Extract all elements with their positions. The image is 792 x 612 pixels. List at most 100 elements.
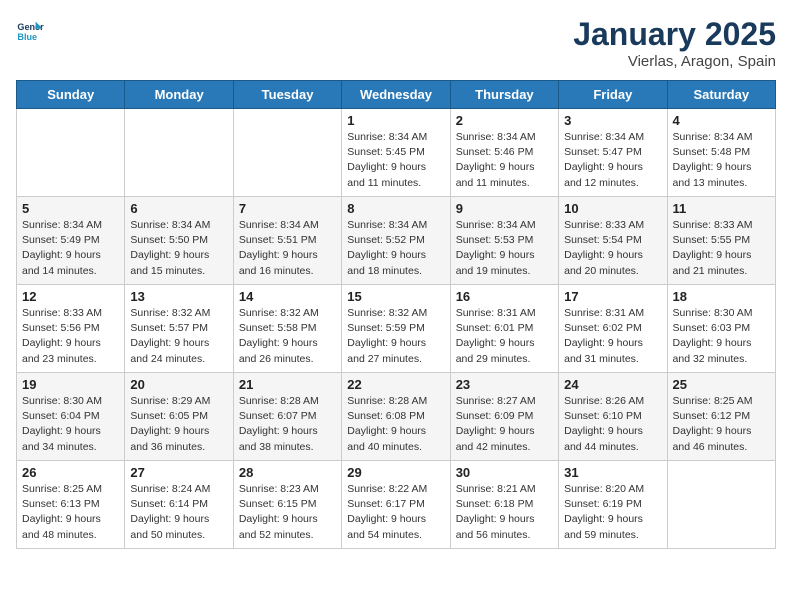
day-info: Sunrise: 8:21 AM Sunset: 6:18 PM Dayligh…: [456, 482, 553, 543]
calendar-cell: [125, 109, 233, 197]
svg-text:Blue: Blue: [17, 32, 37, 42]
calendar-title: January 2025: [573, 16, 776, 53]
day-info: Sunrise: 8:31 AM Sunset: 6:01 PM Dayligh…: [456, 306, 553, 367]
calendar-cell: 17 Sunrise: 8:31 AM Sunset: 6:02 PM Dayli…: [559, 285, 667, 373]
day-number: 29: [347, 465, 444, 480]
day-info: Sunrise: 8:34 AM Sunset: 5:45 PM Dayligh…: [347, 130, 444, 191]
day-number: 4: [673, 113, 770, 128]
day-info: Sunrise: 8:34 AM Sunset: 5:49 PM Dayligh…: [22, 218, 119, 279]
day-number: 23: [456, 377, 553, 392]
calendar-week-row: 19Sunrise: 8:30 AM Sunset: 6:04 PM Dayli…: [17, 373, 776, 461]
day-info: Sunrise: 8:33 AM Sunset: 5:54 PM Dayligh…: [564, 218, 661, 279]
day-number: 5: [22, 201, 119, 216]
day-number: 17: [564, 289, 661, 304]
calendar-week-row: 5 Sunrise: 8:34 AM Sunset: 5:49 PM Daylig…: [17, 197, 776, 285]
calendar-cell: 7 Sunrise: 8:34 AM Sunset: 5:51 PM Daylig…: [233, 197, 341, 285]
title-block: January 2025 Vierlas, Aragon, Spain: [573, 16, 776, 70]
calendar-cell: 20 Sunrise: 8:29 AM Sunset: 6:05 PM Dayli…: [125, 373, 233, 461]
day-info: Sunrise: 8:34 AM Sunset: 5:52 PM Dayligh…: [347, 218, 444, 279]
day-number: 27: [130, 465, 227, 480]
day-number: 15: [347, 289, 444, 304]
calendar-table: SundayMondayTuesdayWednesdayThursdayFrid…: [16, 80, 776, 549]
day-number: 14: [239, 289, 336, 304]
calendar-cell: 29 Sunrise: 8:22 AM Sunset: 6:17 PM Dayli…: [342, 461, 450, 549]
calendar-week-row: 1Sunrise: 8:34 AM Sunset: 5:45 PM Daylig…: [17, 109, 776, 197]
weekday-header-thursday: Thursday: [450, 81, 558, 109]
calendar-cell: 2 Sunrise: 8:34 AM Sunset: 5:46 PM Daylig…: [450, 109, 558, 197]
calendar-week-row: 26Sunrise: 8:25 AM Sunset: 6:13 PM Dayli…: [17, 461, 776, 549]
day-number: 18: [673, 289, 770, 304]
calendar-cell: 12 Sunrise: 8:33 AM Sunset: 5:56 PM Dayli…: [17, 285, 125, 373]
day-info: Sunrise: 8:28 AM Sunset: 6:07 PM Dayligh…: [239, 394, 336, 455]
day-info: Sunrise: 8:34 AM Sunset: 5:47 PM Dayligh…: [564, 130, 661, 191]
day-number: 20: [130, 377, 227, 392]
calendar-cell: 5 Sunrise: 8:34 AM Sunset: 5:49 PM Daylig…: [17, 197, 125, 285]
day-info: Sunrise: 8:26 AM Sunset: 6:10 PM Dayligh…: [564, 394, 661, 455]
calendar-cell: 18Sunrise: 8:30 AM Sunset: 6:03 PM Dayli…: [667, 285, 775, 373]
day-number: 10: [564, 201, 661, 216]
day-number: 21: [239, 377, 336, 392]
day-number: 8: [347, 201, 444, 216]
calendar-cell: 1Sunrise: 8:34 AM Sunset: 5:45 PM Daylig…: [342, 109, 450, 197]
weekday-header-row: SundayMondayTuesdayWednesdayThursdayFrid…: [17, 81, 776, 109]
calendar-cell: 21 Sunrise: 8:28 AM Sunset: 6:07 PM Dayli…: [233, 373, 341, 461]
page-header: General Blue January 2025 Vierlas, Arago…: [16, 16, 776, 70]
calendar-cell: [667, 461, 775, 549]
day-number: 2: [456, 113, 553, 128]
day-info: Sunrise: 8:28 AM Sunset: 6:08 PM Dayligh…: [347, 394, 444, 455]
day-number: 31: [564, 465, 661, 480]
weekday-header-wednesday: Wednesday: [342, 81, 450, 109]
calendar-cell: 31 Sunrise: 8:20 AM Sunset: 6:19 PM Dayli…: [559, 461, 667, 549]
day-info: Sunrise: 8:34 AM Sunset: 5:50 PM Dayligh…: [130, 218, 227, 279]
calendar-cell: 10 Sunrise: 8:33 AM Sunset: 5:54 PM Dayli…: [559, 197, 667, 285]
calendar-cell: [233, 109, 341, 197]
day-info: Sunrise: 8:34 AM Sunset: 5:48 PM Dayligh…: [673, 130, 770, 191]
day-info: Sunrise: 8:25 AM Sunset: 6:13 PM Dayligh…: [22, 482, 119, 543]
weekday-header-sunday: Sunday: [17, 81, 125, 109]
calendar-cell: 8 Sunrise: 8:34 AM Sunset: 5:52 PM Daylig…: [342, 197, 450, 285]
weekday-header-friday: Friday: [559, 81, 667, 109]
day-info: Sunrise: 8:27 AM Sunset: 6:09 PM Dayligh…: [456, 394, 553, 455]
logo-icon: General Blue: [16, 16, 44, 44]
calendar-cell: 3Sunrise: 8:34 AM Sunset: 5:47 PM Daylig…: [559, 109, 667, 197]
day-info: Sunrise: 8:23 AM Sunset: 6:15 PM Dayligh…: [239, 482, 336, 543]
calendar-cell: 14 Sunrise: 8:32 AM Sunset: 5:58 PM Dayli…: [233, 285, 341, 373]
calendar-cell: 25Sunrise: 8:25 AM Sunset: 6:12 PM Dayli…: [667, 373, 775, 461]
calendar-cell: 27Sunrise: 8:24 AM Sunset: 6:14 PM Dayli…: [125, 461, 233, 549]
day-number: 12: [22, 289, 119, 304]
calendar-cell: 15Sunrise: 8:32 AM Sunset: 5:59 PM Dayli…: [342, 285, 450, 373]
day-info: Sunrise: 8:34 AM Sunset: 5:46 PM Dayligh…: [456, 130, 553, 191]
day-info: Sunrise: 8:32 AM Sunset: 5:57 PM Dayligh…: [130, 306, 227, 367]
calendar-cell: 19Sunrise: 8:30 AM Sunset: 6:04 PM Dayli…: [17, 373, 125, 461]
calendar-cell: 30 Sunrise: 8:21 AM Sunset: 6:18 PM Dayli…: [450, 461, 558, 549]
weekday-header-saturday: Saturday: [667, 81, 775, 109]
calendar-cell: 23 Sunrise: 8:27 AM Sunset: 6:09 PM Dayli…: [450, 373, 558, 461]
day-number: 9: [456, 201, 553, 216]
day-number: 22: [347, 377, 444, 392]
calendar-cell: 9 Sunrise: 8:34 AM Sunset: 5:53 PM Daylig…: [450, 197, 558, 285]
day-number: 19: [22, 377, 119, 392]
day-number: 30: [456, 465, 553, 480]
day-number: 13: [130, 289, 227, 304]
day-info: Sunrise: 8:22 AM Sunset: 6:17 PM Dayligh…: [347, 482, 444, 543]
calendar-cell: 22 Sunrise: 8:28 AM Sunset: 6:08 PM Dayli…: [342, 373, 450, 461]
calendar-week-row: 12 Sunrise: 8:33 AM Sunset: 5:56 PM Dayli…: [17, 285, 776, 373]
day-info: Sunrise: 8:33 AM Sunset: 5:55 PM Dayligh…: [673, 218, 770, 279]
weekday-header-monday: Monday: [125, 81, 233, 109]
day-info: Sunrise: 8:34 AM Sunset: 5:51 PM Dayligh…: [239, 218, 336, 279]
day-info: Sunrise: 8:34 AM Sunset: 5:53 PM Dayligh…: [456, 218, 553, 279]
day-info: Sunrise: 8:33 AM Sunset: 5:56 PM Dayligh…: [22, 306, 119, 367]
day-number: 16: [456, 289, 553, 304]
calendar-cell: 6 Sunrise: 8:34 AM Sunset: 5:50 PM Daylig…: [125, 197, 233, 285]
logo: General Blue: [16, 16, 44, 44]
day-info: Sunrise: 8:32 AM Sunset: 5:58 PM Dayligh…: [239, 306, 336, 367]
day-number: 11: [673, 201, 770, 216]
day-number: 6: [130, 201, 227, 216]
day-number: 24: [564, 377, 661, 392]
day-number: 7: [239, 201, 336, 216]
day-info: Sunrise: 8:20 AM Sunset: 6:19 PM Dayligh…: [564, 482, 661, 543]
day-info: Sunrise: 8:29 AM Sunset: 6:05 PM Dayligh…: [130, 394, 227, 455]
calendar-cell: [17, 109, 125, 197]
calendar-cell: 28Sunrise: 8:23 AM Sunset: 6:15 PM Dayli…: [233, 461, 341, 549]
day-info: Sunrise: 8:31 AM Sunset: 6:02 PM Dayligh…: [564, 306, 661, 367]
